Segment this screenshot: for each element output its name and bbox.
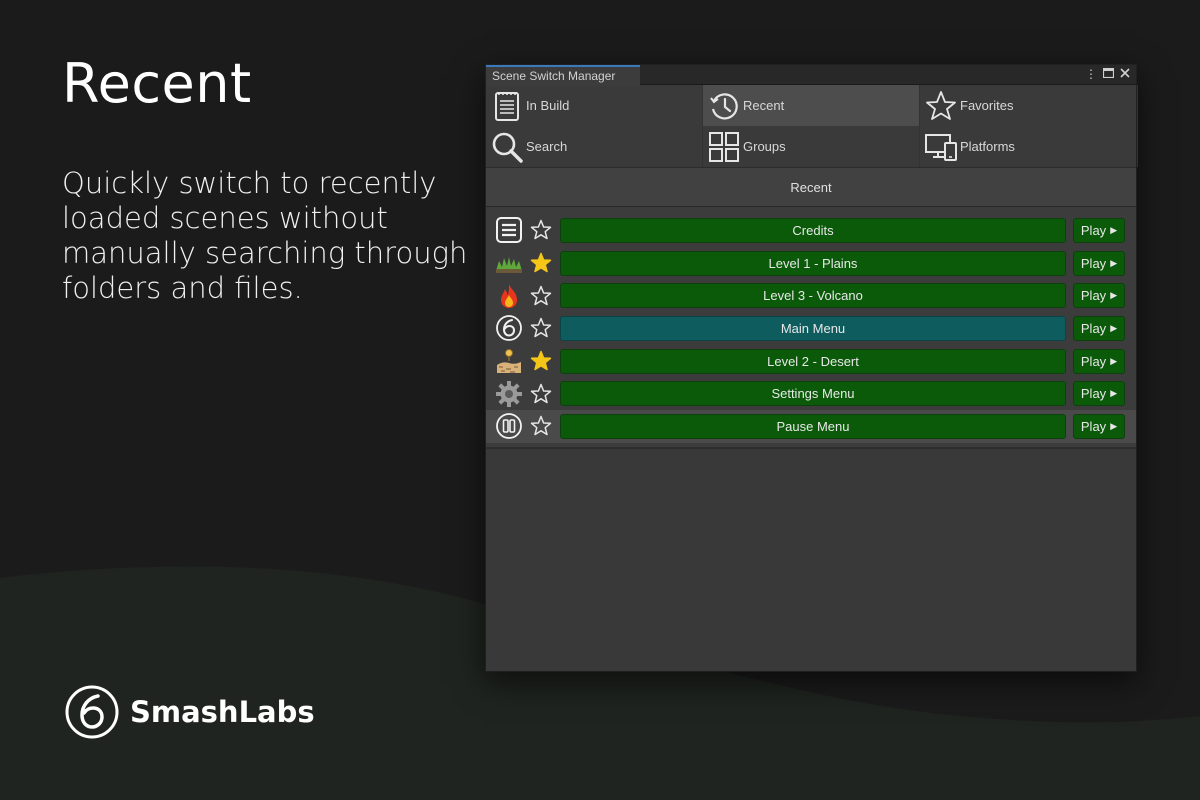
favorite-toggle[interactable]: [530, 252, 552, 274]
play-button[interactable]: Play ▶: [1073, 283, 1125, 309]
history-icon: [710, 92, 738, 119]
brand-name: SmashLabs: [130, 695, 315, 729]
play-label: Play: [1080, 353, 1107, 369]
scene-row: Credits Play ▶: [486, 214, 1136, 247]
recent-scene-list: Credits Play ▶ Level 1 - Plains Play ▶ Lev…: [486, 207, 1136, 449]
brand: SmashLabs: [64, 684, 315, 740]
close-icon[interactable]: [1120, 67, 1130, 81]
play-icon: ▶: [1110, 388, 1118, 399]
smashlabs-logo-icon: [494, 313, 524, 343]
tab-platforms[interactable]: Platforms: [920, 126, 1138, 167]
scene-load-button[interactable]: Level 1 - Plains: [560, 250, 1066, 276]
play-button[interactable]: Play ▶: [1073, 217, 1125, 243]
devices-icon: [925, 133, 957, 161]
scene-load-button[interactable]: Level 2 - Desert: [560, 348, 1066, 374]
tab-label: Platforms: [960, 139, 1015, 154]
favorite-toggle[interactable]: [530, 350, 552, 372]
favorite-toggle[interactable]: [530, 285, 552, 307]
scene-row: Level 3 - Volcano Play ▶: [486, 279, 1136, 312]
tab-label: In Build: [526, 98, 570, 113]
play-icon: ▶: [1110, 355, 1118, 366]
play-button[interactable]: Play ▶: [1073, 413, 1125, 439]
favorite-toggle[interactable]: [530, 415, 552, 437]
play-icon: ▶: [1110, 257, 1118, 268]
scene-row: Pause Menu Play ▶: [486, 410, 1136, 443]
tab-in-build[interactable]: In Build: [486, 85, 703, 126]
tab-label: Groups: [743, 139, 786, 154]
grid-icon: [709, 131, 739, 162]
empty-area: [486, 448, 1136, 671]
pause-icon: [494, 411, 524, 441]
smashlabs-logo-icon: [65, 685, 119, 739]
play-label: Play: [1080, 255, 1107, 271]
tab-favorites[interactable]: Favorites: [920, 85, 1138, 126]
gear-icon: [494, 379, 524, 409]
scene-load-button[interactable]: Credits: [560, 217, 1066, 243]
hero-title: Recent: [62, 52, 252, 115]
favorite-toggle[interactable]: [530, 383, 552, 405]
play-button[interactable]: Play ▶: [1073, 348, 1125, 374]
favorite-toggle[interactable]: [530, 219, 552, 241]
tab-search[interactable]: Search: [486, 126, 703, 167]
scene-load-button[interactable]: Pause Menu: [560, 413, 1066, 439]
scene-load-button[interactable]: Level 3 - Volcano: [560, 283, 1066, 309]
more-icon[interactable]: ⋮: [1085, 67, 1097, 81]
section-title: Recent: [486, 167, 1136, 207]
tab-recent[interactable]: Recent: [703, 85, 920, 126]
scene-load-button[interactable]: Settings Menu: [560, 381, 1066, 407]
scene-load-button-current[interactable]: Main Menu: [560, 315, 1066, 341]
play-button[interactable]: Play ▶: [1073, 381, 1125, 407]
star-outline-icon: [926, 90, 956, 120]
clipboard-list-icon: [495, 91, 519, 121]
tab-label: Favorites: [960, 98, 1014, 113]
play-label: Play: [1080, 288, 1107, 304]
maximize-icon[interactable]: [1102, 67, 1115, 81]
scene-row: Settings Menu Play ▶: [486, 377, 1136, 410]
scene-switch-manager-window: Scene Switch Manager ⋮ In Build Recent F…: [485, 64, 1138, 672]
desert-icon: [494, 346, 524, 376]
play-icon: ▶: [1110, 420, 1118, 431]
play-label: Play: [1080, 222, 1107, 238]
search-icon: [492, 132, 523, 163]
fire-icon: [494, 281, 524, 311]
scene-row: Level 2 - Desert Play ▶: [486, 345, 1136, 378]
play-icon: ▶: [1110, 322, 1118, 333]
play-button[interactable]: Play ▶: [1073, 315, 1125, 341]
window-tab[interactable]: Scene Switch Manager: [486, 65, 640, 86]
play-button[interactable]: Play ▶: [1073, 250, 1125, 276]
tab-navigation: In Build Recent Favorites Search Groups …: [486, 85, 1138, 167]
scene-row: Main Menu Play ▶: [486, 312, 1136, 345]
play-label: Play: [1080, 320, 1107, 336]
play-icon: ▶: [1110, 224, 1118, 235]
play-icon: ▶: [1110, 290, 1118, 301]
tab-label: Search: [526, 139, 568, 154]
play-label: Play: [1080, 418, 1107, 434]
hero-description: Quickly switch to recently loaded scenes…: [62, 166, 468, 305]
play-label: Play: [1080, 386, 1107, 402]
tab-label: Recent: [743, 98, 785, 113]
tab-groups[interactable]: Groups: [703, 126, 920, 167]
favorite-toggle[interactable]: [530, 317, 552, 339]
grass-icon: [494, 248, 524, 278]
window-titlebar: Scene Switch Manager ⋮: [486, 65, 1136, 86]
list-icon: [494, 215, 524, 245]
scene-row: Level 1 - Plains Play ▶: [486, 247, 1136, 280]
